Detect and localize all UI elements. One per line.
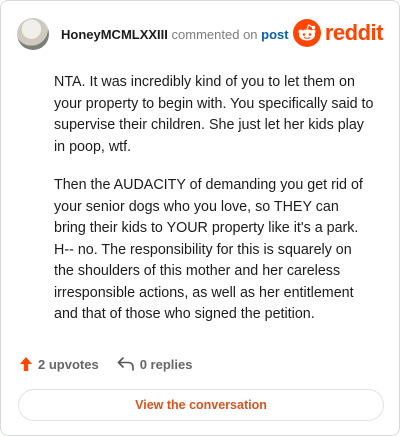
replies-stat[interactable]: 0 replies [117, 356, 193, 372]
post-link[interactable]: post [261, 27, 288, 42]
comment-stats: 2 upvotes 0 replies [19, 354, 381, 374]
comment-card: HoneyMCMLXXIII commented on post reddit … [0, 0, 400, 436]
replies-count: 0 replies [139, 356, 193, 372]
action-text: commented on [171, 26, 258, 42]
reply-arrow-icon [117, 357, 134, 371]
upvotes-stat[interactable]: 2 upvotes [19, 356, 99, 372]
comment-paragraph-2: Then the AUDACITY of demanding you get r… [54, 177, 363, 322]
upvotes-count: 2 upvotes [38, 356, 99, 372]
upvote-arrow-icon [20, 357, 32, 371]
view-conversation-button[interactable]: View the conversation [18, 389, 384, 421]
reddit-brand[interactable]: reddit [292, 19, 384, 47]
comment-paragraph-1: NTA. It was incredibly kind of you to le… [54, 74, 374, 155]
user-avatar[interactable] [17, 18, 49, 50]
comment-header: HoneyMCMLXXIII commented on post reddit [17, 15, 384, 53]
username[interactable]: HoneyMCMLXXIII [61, 27, 168, 42]
comment-meta: HoneyMCMLXXIII commented on post [61, 27, 289, 42]
reddit-logo-icon [292, 19, 321, 47]
comment-body: NTA. It was incredibly kind of you to le… [54, 72, 374, 343]
reddit-wordmark: reddit [324, 20, 384, 45]
